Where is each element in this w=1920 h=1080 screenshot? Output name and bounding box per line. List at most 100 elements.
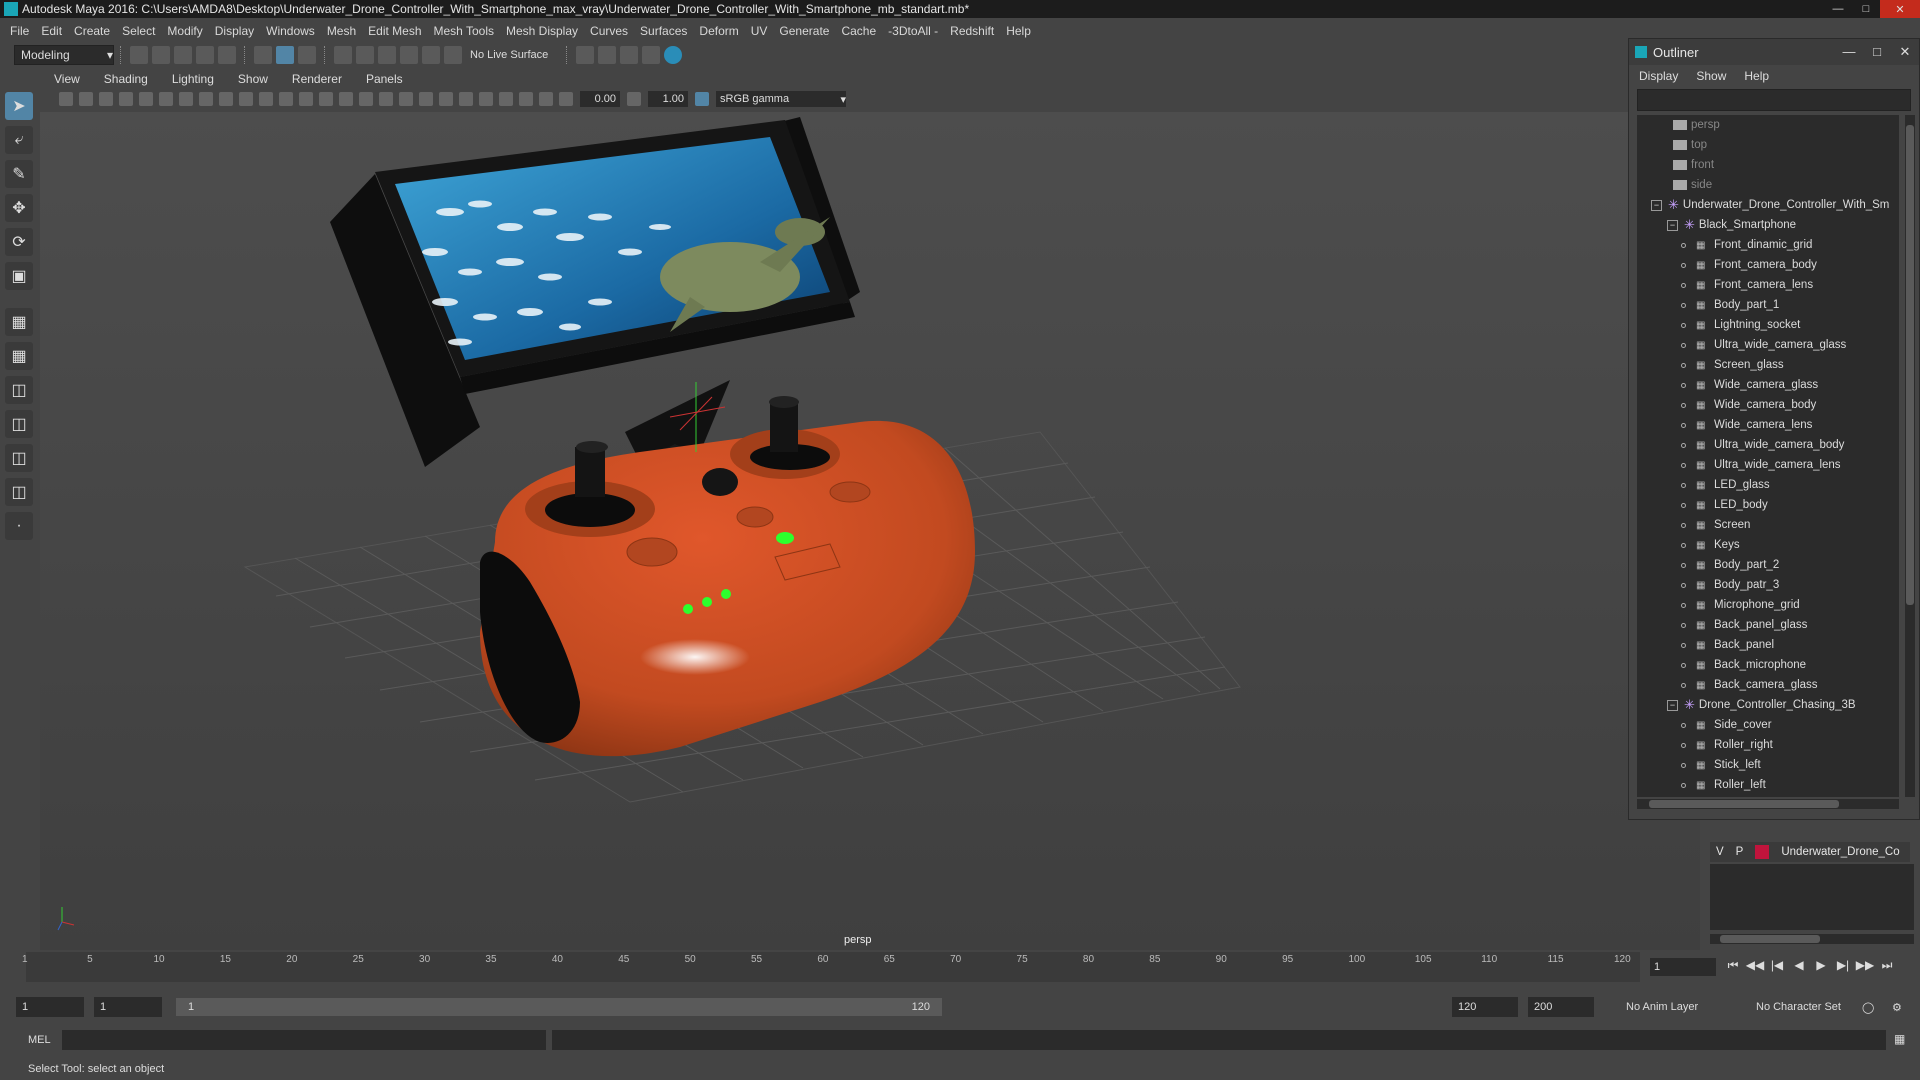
layout-single-icon[interactable]: ▦ bbox=[5, 342, 33, 370]
undo-icon[interactable] bbox=[196, 46, 214, 64]
menu-item[interactable]: Curves bbox=[590, 24, 628, 38]
range-slider[interactable]: 1 120 bbox=[176, 998, 942, 1016]
playback-end-field[interactable]: 120 bbox=[1452, 997, 1518, 1017]
wireframe-on-shaded-icon[interactable] bbox=[339, 92, 353, 106]
field-chart-icon[interactable] bbox=[259, 92, 273, 106]
step-forward-icon[interactable]: ▶▶ bbox=[1854, 958, 1876, 973]
collapse-icon[interactable]: − bbox=[1667, 219, 1678, 231]
more-layouts-icon[interactable]: · bbox=[5, 512, 33, 540]
film-gate-icon[interactable] bbox=[199, 92, 213, 106]
snap-point-icon[interactable] bbox=[378, 46, 396, 64]
menu-item[interactable]: Edit Mesh bbox=[368, 24, 421, 38]
step-back-key-icon[interactable]: |◀ bbox=[1766, 958, 1788, 973]
scroll-thumb[interactable] bbox=[1720, 935, 1820, 943]
menu-item[interactable]: Display bbox=[215, 24, 254, 38]
outliner-item[interactable]: ▦ Roller_right bbox=[1637, 735, 1899, 755]
menu-item[interactable]: Mesh bbox=[327, 24, 356, 38]
snap-surface-icon[interactable] bbox=[422, 46, 440, 64]
gamma-field[interactable]: 1.00 bbox=[648, 91, 688, 107]
maximize-icon[interactable]: □ bbox=[1863, 44, 1891, 60]
outliner-item[interactable]: ▦ Body_part_1 bbox=[1637, 295, 1899, 315]
shadows-icon[interactable] bbox=[399, 92, 413, 106]
outliner-menu-item[interactable]: Show bbox=[1696, 69, 1726, 83]
outliner-item[interactable]: ▦ Lightning_socket bbox=[1637, 315, 1899, 335]
select-object-icon[interactable] bbox=[276, 46, 294, 64]
smooth-shade-icon[interactable] bbox=[319, 92, 333, 106]
3d-viewport[interactable]: persp bbox=[40, 112, 1700, 950]
select-hierarchy-icon[interactable] bbox=[254, 46, 272, 64]
rotate-tool-icon[interactable]: ⟳ bbox=[5, 228, 33, 256]
menu-item[interactable]: Modify bbox=[167, 24, 202, 38]
select-component-icon[interactable] bbox=[298, 46, 316, 64]
animation-start-field[interactable]: 1 bbox=[16, 997, 84, 1017]
command-input[interactable] bbox=[62, 1030, 546, 1050]
scroll-thumb[interactable] bbox=[1649, 800, 1839, 808]
go-to-start-icon[interactable]: ⏮ bbox=[1722, 958, 1744, 973]
outliner-item[interactable]: ▦ LED_body bbox=[1637, 495, 1899, 515]
command-language-label[interactable]: MEL bbox=[28, 1034, 51, 1046]
outliner-item[interactable]: − ✳ Black_Smartphone bbox=[1637, 215, 1899, 235]
2d-pan-zoom-icon[interactable] bbox=[139, 92, 153, 106]
layer-visibility-toggle[interactable]: V bbox=[1716, 846, 1724, 858]
menu-item[interactable]: UV bbox=[751, 24, 768, 38]
display-layer-row[interactable]: V P Underwater_Drone_Co bbox=[1710, 842, 1910, 862]
textured-icon[interactable] bbox=[359, 92, 373, 106]
character-set-select[interactable]: No Character Set bbox=[1756, 1001, 1841, 1013]
outliner-item[interactable]: ▦ Back_camera_glass bbox=[1637, 675, 1899, 695]
panel-menu-item[interactable]: Lighting bbox=[172, 72, 214, 86]
snap-view-icon[interactable] bbox=[400, 46, 418, 64]
outliner-item[interactable]: ▦ Back_panel bbox=[1637, 635, 1899, 655]
layer-color-swatch[interactable] bbox=[1755, 845, 1770, 859]
render-settings-icon[interactable] bbox=[576, 46, 594, 64]
outliner-item[interactable]: ▦ Back_panel_glass bbox=[1637, 615, 1899, 635]
snap-pivot-icon[interactable] bbox=[444, 46, 462, 64]
layer-scrollbar[interactable] bbox=[1710, 934, 1914, 944]
menu-item[interactable]: -3DtoAll - bbox=[888, 24, 938, 38]
script-editor-icon[interactable]: ▦ bbox=[1894, 1032, 1905, 1046]
color-management-icon[interactable] bbox=[695, 92, 709, 106]
animation-end-field[interactable]: 200 bbox=[1528, 997, 1594, 1017]
grid-icon[interactable] bbox=[179, 92, 193, 106]
menu-item[interactable]: Cache bbox=[841, 24, 876, 38]
close-icon[interactable]: ✕ bbox=[1891, 44, 1919, 60]
maximize-icon[interactable]: □ bbox=[1852, 0, 1880, 18]
snap-grid-icon[interactable] bbox=[334, 46, 352, 64]
outliner-item[interactable]: ▦ Back_microphone bbox=[1637, 655, 1899, 675]
outliner-item[interactable]: ▦ Front_camera_lens bbox=[1637, 275, 1899, 295]
menu-item[interactable]: File bbox=[10, 24, 29, 38]
xray-components-icon[interactable] bbox=[539, 92, 553, 106]
gamma-icon[interactable] bbox=[627, 92, 641, 106]
menu-item[interactable]: Select bbox=[122, 24, 155, 38]
current-frame-field[interactable]: 1 bbox=[1650, 958, 1716, 976]
outliner-item[interactable]: ▦ Side_cover bbox=[1637, 715, 1899, 735]
outliner-item[interactable]: ▦ Ultra_wide_camera_body bbox=[1637, 435, 1899, 455]
layout-four-icon[interactable]: ◫ bbox=[5, 376, 33, 404]
outliner-item[interactable]: ▦ Roller_left bbox=[1637, 775, 1899, 795]
layout-outliner-icon[interactable]: ◫ bbox=[5, 478, 33, 506]
panel-menu-item[interactable]: Panels bbox=[366, 72, 403, 86]
scroll-thumb[interactable] bbox=[1906, 125, 1914, 605]
outliner-item[interactable]: ▦ Wide_camera_glass bbox=[1637, 375, 1899, 395]
menu-item[interactable]: Mesh Display bbox=[506, 24, 578, 38]
outliner-item[interactable]: ▦ Ultra_wide_camera_lens bbox=[1637, 455, 1899, 475]
panel-menu-item[interactable]: Shading bbox=[104, 72, 148, 86]
anim-layer-select[interactable]: No Anim Layer bbox=[1626, 1001, 1698, 1013]
motion-blur-icon[interactable] bbox=[439, 92, 453, 106]
xray-icon[interactable] bbox=[499, 92, 513, 106]
redo-icon[interactable] bbox=[218, 46, 236, 64]
playback-start-field[interactable]: 1 bbox=[94, 997, 162, 1017]
menu-item[interactable]: Surfaces bbox=[640, 24, 687, 38]
outliner-item[interactable]: ▦ Front_camera_body bbox=[1637, 255, 1899, 275]
preferences-icon[interactable]: ⚙ bbox=[1892, 1001, 1902, 1014]
render-frame-icon[interactable] bbox=[598, 46, 616, 64]
collapse-icon[interactable]: − bbox=[1651, 199, 1662, 211]
hypershade-icon[interactable] bbox=[664, 46, 682, 64]
select-tool-icon[interactable]: ➤ bbox=[5, 92, 33, 120]
play-backward-icon[interactable]: ◀ bbox=[1788, 958, 1810, 973]
layout-two-icon[interactable]: ◫ bbox=[5, 410, 33, 438]
step-back-icon[interactable]: ◀◀ bbox=[1744, 958, 1766, 973]
outliner-item[interactable]: ▦ Screen_glass bbox=[1637, 355, 1899, 375]
menu-item[interactable]: Mesh Tools bbox=[434, 24, 494, 38]
outliner-item[interactable]: ▦ Keys bbox=[1637, 535, 1899, 555]
panel-menu-item[interactable]: Renderer bbox=[292, 72, 342, 86]
